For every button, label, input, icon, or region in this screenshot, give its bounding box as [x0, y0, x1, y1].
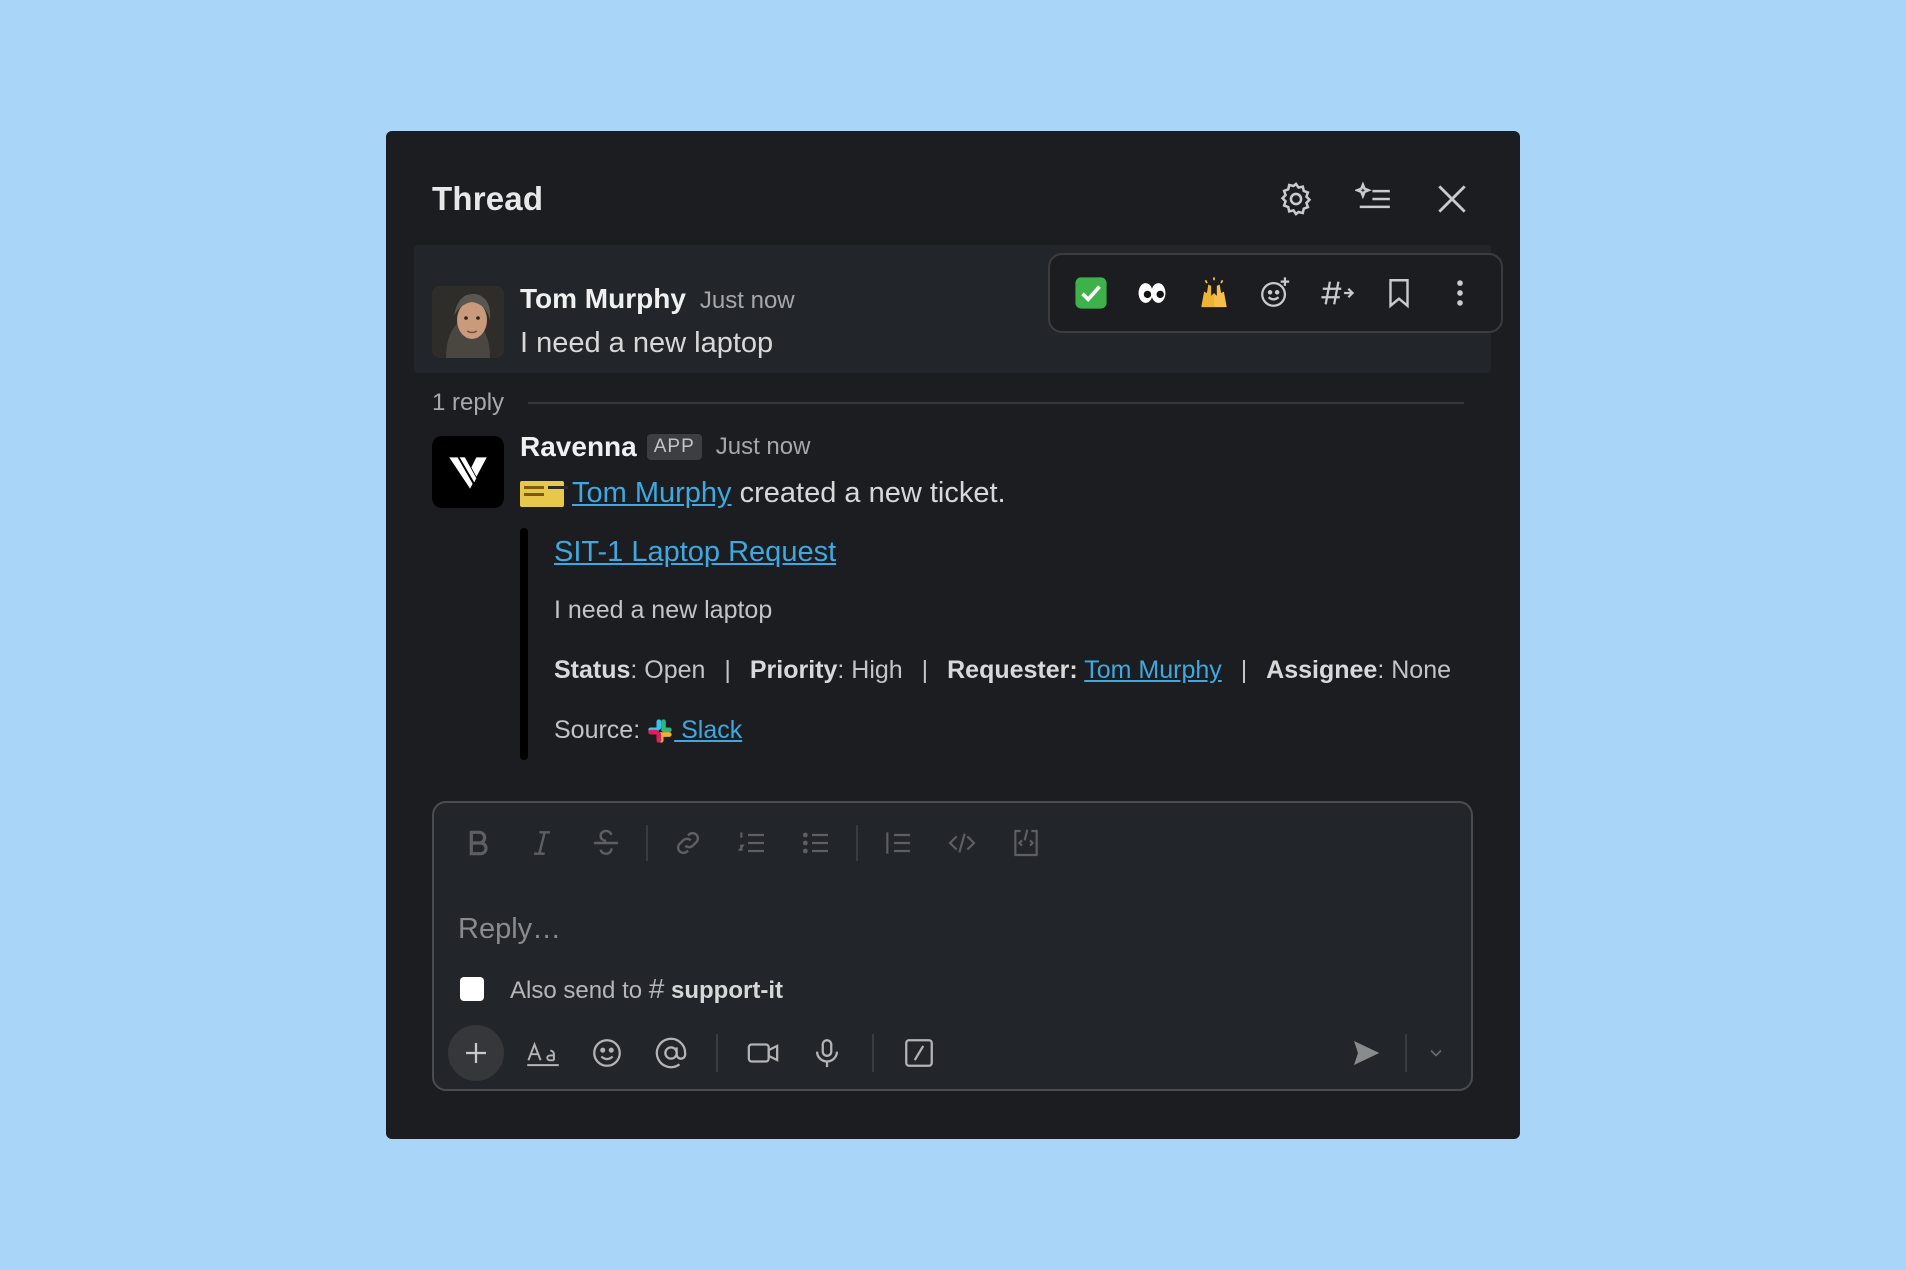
assignee-label: Assignee — [1266, 656, 1378, 684]
app-avatar[interactable] — [432, 436, 504, 508]
ticket-fields: Status: Open | Priority: High | Requeste… — [554, 656, 1451, 685]
author-name[interactable]: Tom Murphy — [520, 283, 686, 315]
reaction-raised-hands-button[interactable] — [1189, 268, 1239, 318]
field-separator: | — [921, 656, 929, 684]
toolbar-divider — [646, 825, 648, 861]
composer-bottom-toolbar — [448, 1025, 1451, 1081]
toolbar-divider — [872, 1034, 874, 1072]
forward-to-channel-icon[interactable] — [1312, 268, 1362, 318]
bulleted-list-icon[interactable] — [790, 817, 842, 869]
reaction-eyes-button[interactable] — [1127, 268, 1177, 318]
mention-icon[interactable] — [644, 1026, 698, 1080]
user-mention-link[interactable]: Tom Murphy — [572, 477, 732, 510]
thread-title: Thread — [432, 180, 544, 217]
sparkle-list-icon[interactable] — [1352, 177, 1396, 221]
app-message-text: Tom Murphy created a new ticket. — [520, 477, 1006, 510]
send-icon[interactable] — [1341, 1028, 1391, 1078]
message-header: Ravenna APP Just now — [520, 431, 810, 463]
reply-count: 1 reply — [432, 389, 505, 416]
toolbar-divider — [856, 825, 858, 861]
status-label: Status — [554, 656, 631, 684]
field-separator: | — [724, 656, 731, 684]
add-reaction-icon[interactable] — [1250, 268, 1300, 318]
toolbar-divider — [1405, 1034, 1407, 1072]
avatar[interactable] — [432, 286, 504, 358]
blockquote-icon[interactable] — [872, 817, 924, 869]
ticket-source: Source: Slack — [554, 716, 742, 745]
video-icon[interactable] — [736, 1026, 790, 1080]
slack-logo-icon — [646, 717, 674, 745]
thread-header: Thread — [432, 169, 1474, 229]
also-send-row: Also send to # support-it — [460, 973, 783, 1005]
chevron-down-icon[interactable] — [1421, 1028, 1451, 1078]
source-label: Source: — [554, 716, 641, 744]
close-icon[interactable] — [1430, 177, 1474, 221]
send-controls — [1341, 1028, 1451, 1078]
toolbar-divider — [716, 1034, 718, 1072]
attachment-bar — [520, 528, 528, 760]
text-format-icon[interactable] — [516, 1026, 570, 1080]
emoji-icon[interactable] — [580, 1026, 634, 1080]
ticket-attachment: SIT-1 Laptop Request I need a new laptop… — [520, 528, 1451, 760]
more-icon[interactable] — [1435, 268, 1485, 318]
requester-link[interactable]: Tom Murphy — [1084, 656, 1222, 684]
message-text: I need a new laptop — [520, 327, 774, 359]
strikethrough-icon[interactable] — [580, 817, 632, 869]
gear-icon[interactable] — [1274, 177, 1318, 221]
code-block-icon[interactable] — [1000, 817, 1052, 869]
also-send-label: Also send to # support-it — [510, 973, 783, 1004]
reaction-check-button[interactable] — [1066, 268, 1116, 318]
reply-input[interactable] — [456, 903, 1450, 955]
divider — [528, 402, 1464, 404]
priority-value: : High — [837, 656, 903, 684]
message-timestamp[interactable]: Just now — [716, 433, 811, 461]
source-link[interactable]: Slack — [674, 716, 742, 745]
message-action-bar — [1048, 253, 1503, 333]
reply-composer: Also send to # support-it — [432, 801, 1473, 1091]
formatting-toolbar — [452, 817, 1064, 869]
link-icon[interactable] — [662, 817, 714, 869]
parent-message: Tom Murphy Just now I need a new laptop — [414, 245, 1503, 373]
bookmark-icon[interactable] — [1374, 268, 1424, 318]
also-send-checkbox[interactable] — [460, 977, 484, 1001]
microphone-icon[interactable] — [800, 1026, 854, 1080]
message-text: created a new ticket. — [731, 477, 1006, 509]
thread-panel: Thread Tom Murphy Just now I need a new … — [386, 131, 1520, 1139]
assignee-value: : None — [1377, 656, 1452, 684]
field-separator: | — [1240, 656, 1248, 684]
ordered-list-icon[interactable] — [726, 817, 778, 869]
status-value: : Open — [630, 656, 706, 684]
ticket-description: I need a new laptop — [554, 596, 773, 624]
message-timestamp[interactable]: Just now — [700, 287, 795, 315]
requester-label: Requester: — [947, 656, 1078, 684]
author-name[interactable]: Ravenna — [520, 431, 637, 463]
slash-command-icon[interactable] — [892, 1026, 946, 1080]
reply-divider: 1 reply — [432, 383, 1464, 423]
header-actions — [1274, 177, 1474, 221]
ticket-title-link[interactable]: SIT-1 Laptop Request — [554, 536, 836, 569]
priority-label: Priority — [749, 656, 838, 684]
code-icon[interactable] — [936, 817, 988, 869]
ticket-icon — [520, 480, 564, 507]
italic-icon[interactable] — [516, 817, 568, 869]
bold-icon[interactable] — [452, 817, 504, 869]
message-header: Tom Murphy Just now — [520, 283, 795, 315]
plus-icon[interactable] — [448, 1025, 504, 1081]
app-badge: APP — [646, 434, 702, 460]
